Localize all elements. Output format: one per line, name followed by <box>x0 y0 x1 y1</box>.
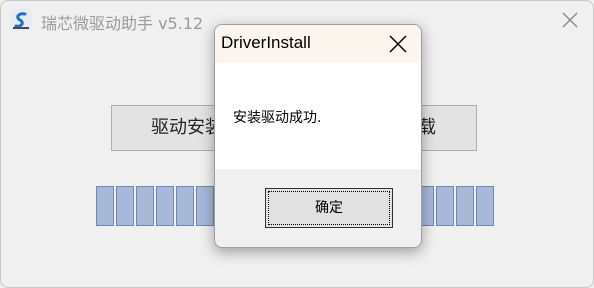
progress-segment <box>436 186 454 226</box>
progress-segment <box>116 186 134 226</box>
dialog-ok-button[interactable]: 确定 <box>265 188 393 228</box>
progress-segment <box>176 186 194 226</box>
progress-segment <box>196 186 214 226</box>
dialog-close-button[interactable] <box>375 25 421 63</box>
dialog-title: DriverInstall <box>221 33 311 52</box>
close-icon <box>389 35 407 53</box>
app-title: 瑞芯微驱动助手 v5.12 <box>41 14 204 33</box>
progress-segment <box>136 186 154 226</box>
app-logo-icon <box>10 9 32 31</box>
window-close-button[interactable] <box>547 1 593 39</box>
progress-segment <box>456 186 474 226</box>
dialog-message: 安装驱动成功. <box>233 110 322 126</box>
close-icon <box>562 12 578 28</box>
dialog-body: 安装驱动成功. <box>215 63 421 169</box>
install-result-dialog: DriverInstall 安装驱动成功. 确定 <box>214 24 422 248</box>
progress-segment <box>156 186 174 226</box>
dialog-title-bar: DriverInstall <box>215 25 421 63</box>
progress-segment <box>476 186 494 226</box>
progress-segment <box>96 186 114 226</box>
